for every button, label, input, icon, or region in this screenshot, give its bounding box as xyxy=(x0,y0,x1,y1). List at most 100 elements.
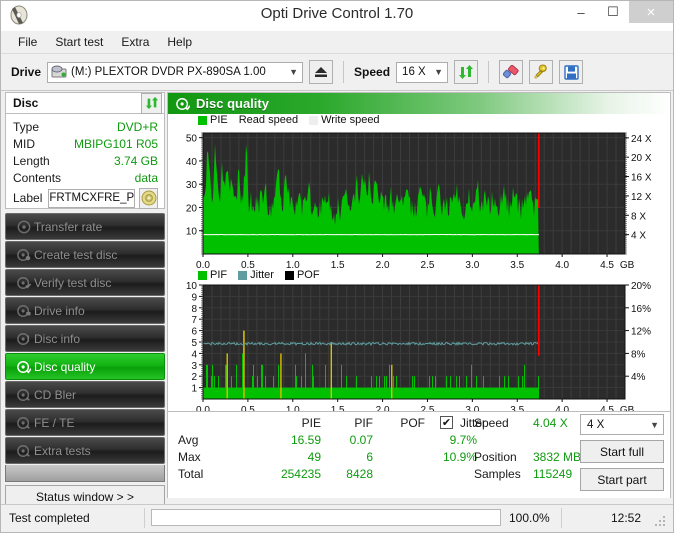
legend-swatch xyxy=(309,115,319,125)
svg-text:24 X: 24 X xyxy=(631,134,652,145)
sidebar-item-transfer-rate[interactable]: Transfer rate xyxy=(5,213,165,240)
stats-col-pif: PIF xyxy=(354,416,373,430)
sidebar-item-disc-info[interactable]: Disc info xyxy=(5,325,165,352)
progress-bar xyxy=(151,509,501,526)
chevron-down-icon: ▼ xyxy=(289,67,298,77)
status-message: Test completed xyxy=(9,511,90,525)
svg-text:12 X: 12 X xyxy=(631,192,652,203)
svg-text:40: 40 xyxy=(186,157,198,168)
status-divider xyxy=(144,508,145,528)
disc-refresh-button[interactable] xyxy=(141,92,162,114)
stats-max-pif: 6 xyxy=(366,450,373,464)
jitter-checkbox[interactable]: ✔ xyxy=(440,416,453,429)
stats-avg-jitter: 9.7% xyxy=(449,433,477,447)
refresh-button[interactable] xyxy=(454,60,479,84)
drive-label: Drive xyxy=(11,65,42,79)
disc-bler-icon xyxy=(14,388,34,402)
pie-chart[interactable]: PIE Read speed Write speed 10 20 30 40 50 4 X… xyxy=(168,114,670,275)
sidebar-item-cd-bler[interactable]: CD Bler xyxy=(5,381,165,408)
start-part-button[interactable]: Start part xyxy=(580,468,664,491)
sidebar-item-disc-quality[interactable]: Disc quality xyxy=(5,353,165,380)
disc-label-label: Label xyxy=(13,191,43,205)
disc-info-row-mid: MID MBIPG101 R05 xyxy=(13,135,158,152)
legend-item-write-speed: Write speed xyxy=(309,114,380,126)
sidebar-item-drive-info[interactable]: Drive info xyxy=(5,297,165,324)
speed-value: 16 X xyxy=(402,66,426,78)
sidebar-item-extra-tests[interactable]: Extra tests xyxy=(5,437,165,464)
erase-button[interactable] xyxy=(499,60,524,84)
disc-quality-panel: Disc quality PIE Read speed Write speed xyxy=(167,92,671,498)
svg-text:1: 1 xyxy=(191,384,197,395)
eject-button[interactable] xyxy=(309,60,334,84)
window-controls: – ☐ × xyxy=(565,1,673,23)
sidebar-item-create-test-disc[interactable]: Create test disc xyxy=(5,241,165,268)
legend-label: PIE xyxy=(210,114,228,126)
sidebar-item-label: Verify test disc xyxy=(34,275,112,290)
sidebar-item-verify-test-disc[interactable]: Verify test disc xyxy=(5,269,165,296)
stats-max-jitter: 10.9% xyxy=(442,450,477,464)
stats-panel: PIE PIF POF ✔ Jitter Avg 16.59 0.07 9.7%… xyxy=(168,411,670,498)
disc-type-label: Type xyxy=(13,119,40,134)
sidebar-item-fe-te[interactable]: FE / TE xyxy=(5,409,165,436)
disc-section-header: Disc xyxy=(5,92,165,114)
disc-quality-icon xyxy=(14,360,34,374)
legend-swatch xyxy=(238,270,248,280)
disc-label-input[interactable]: FRTMCXFRE_P xyxy=(48,188,136,208)
legend-item-pof: POF xyxy=(284,269,320,281)
disc-contents-label: Contents xyxy=(13,170,62,185)
menu-item-extra[interactable]: Extra xyxy=(112,33,158,51)
disc-header-label: Disc xyxy=(13,96,39,110)
disc-length-label: Length xyxy=(13,153,50,168)
sidebar-item-label: Extra tests xyxy=(34,443,91,458)
disc-icon xyxy=(14,220,34,234)
refresh-icon xyxy=(459,65,474,79)
maximize-button[interactable]: ☐ xyxy=(597,1,629,23)
disc-write-icon xyxy=(14,248,34,262)
pif-chart-legend: PIF Jitter POF xyxy=(198,269,327,281)
bitsetting-button[interactable] xyxy=(529,60,554,84)
legend-item-pie: PIE xyxy=(198,114,228,126)
left-panel: Disc Type DVD+R MID MBIPG101 R05 Length … xyxy=(5,92,165,508)
menu-bar: File Start test Extra Help xyxy=(1,31,673,54)
minimize-button[interactable]: – xyxy=(565,1,597,23)
save-button[interactable] xyxy=(559,60,584,84)
menu-item-start-test[interactable]: Start test xyxy=(46,33,112,51)
drive-icon xyxy=(51,65,67,79)
disc-icon xyxy=(141,190,157,206)
stats-total-pif: 8428 xyxy=(346,467,373,481)
legend-label: POF xyxy=(296,269,320,281)
menu-item-file[interactable]: File xyxy=(9,33,46,51)
disc-label-row: Label FRTMCXFRE_P xyxy=(13,187,158,209)
test-speed-value: 4 X xyxy=(587,418,605,431)
speed-select[interactable]: 16 X ▼ xyxy=(396,61,449,83)
start-full-button[interactable]: Start full xyxy=(580,440,664,463)
pif-chart[interactable]: PIF Jitter POF 123456789104%8%12%16%20%0… xyxy=(168,269,670,419)
legend-label: Read speed xyxy=(238,114,299,126)
drive-select[interactable]: (M:) PLEXTOR DVDR PX-890SA 1.00 ▼ xyxy=(47,61,304,83)
stats-max-pie: 49 xyxy=(307,450,321,464)
pie-chart-legend: PIE Read speed Write speed xyxy=(198,114,387,126)
status-time: 12:52 xyxy=(610,511,641,525)
stats-col-pie: PIE xyxy=(301,416,321,430)
disc-label-button[interactable] xyxy=(139,187,158,209)
close-button[interactable]: × xyxy=(629,1,673,23)
disc-mid-value: MBIPG101 R05 xyxy=(73,136,158,151)
svg-text:3: 3 xyxy=(191,361,197,372)
position-info-value: 3832 MB xyxy=(533,450,582,464)
stats-row-total-label: Total xyxy=(178,467,204,481)
stats-avg-pif: 0.07 xyxy=(349,433,373,447)
disc-mid-label: MID xyxy=(13,136,35,151)
svg-text:50: 50 xyxy=(186,134,198,145)
menu-item-help[interactable]: Help xyxy=(158,33,201,51)
sidebar-item-label: Disc quality xyxy=(34,359,96,374)
disc-length-value: 3.74 GB xyxy=(113,153,158,168)
pie-chart-canvas: 10203040504 X8 X12 X16 X20 X24 X0.0 0.5 1.… xyxy=(186,132,652,271)
stats-row-avg-label: Avg xyxy=(178,433,199,447)
test-speed-select[interactable]: 4 X ▼ xyxy=(580,414,664,435)
drive-value: (M:) PLEXTOR DVDR PX-890SA 1.00 xyxy=(71,66,266,78)
toolbar-divider xyxy=(343,61,345,83)
resize-grip[interactable] xyxy=(655,516,667,528)
disc-info-row-contents: Contents data xyxy=(13,169,158,186)
legend-swatch xyxy=(198,270,207,280)
progress-percent: 100.0% xyxy=(509,511,550,525)
